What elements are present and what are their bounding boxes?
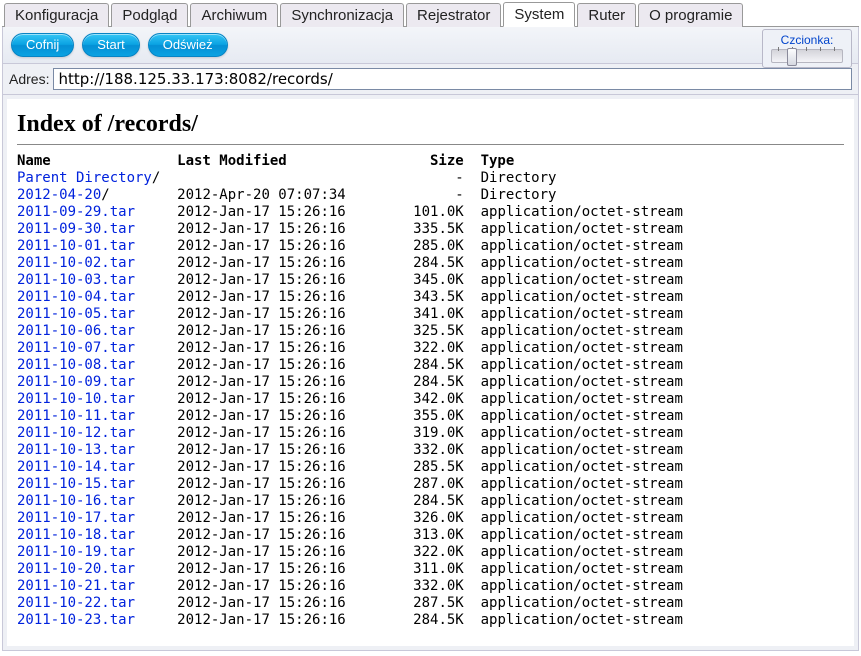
listing-link[interactable]: 2011-10-11.tar bbox=[17, 408, 135, 424]
directory-listing: Name Last Modified Size Type Parent Dire… bbox=[17, 153, 844, 629]
tab-podgląd[interactable]: Podgląd bbox=[111, 3, 188, 27]
tab-archiwum[interactable]: Archiwum bbox=[190, 3, 278, 27]
tab-bar: KonfiguracjaPodglądArchiwumSynchronizacj… bbox=[2, 2, 859, 27]
listing-link[interactable]: 2011-10-07.tar bbox=[17, 340, 135, 356]
listing-link[interactable]: 2011-10-03.tar bbox=[17, 272, 135, 288]
listing-link[interactable]: 2012-04-20 bbox=[17, 187, 101, 203]
listing-link[interactable]: 2011-10-14.tar bbox=[17, 459, 135, 475]
listing-link[interactable]: 2011-10-02.tar bbox=[17, 255, 135, 271]
address-label: Adres: bbox=[9, 71, 49, 87]
refresh-button[interactable]: Odśwież bbox=[148, 33, 228, 57]
tab-system[interactable]: System bbox=[503, 2, 575, 27]
listing-link[interactable]: 2011-10-01.tar bbox=[17, 238, 135, 254]
listing-link[interactable]: 2011-10-04.tar bbox=[17, 289, 135, 305]
start-button[interactable]: Start bbox=[82, 33, 139, 57]
slider-thumb[interactable] bbox=[787, 48, 797, 66]
listing-link[interactable]: 2011-10-20.tar bbox=[17, 561, 135, 577]
listing-link[interactable]: 2011-10-19.tar bbox=[17, 544, 135, 560]
listing-link[interactable]: 2011-10-16.tar bbox=[17, 493, 135, 509]
tab-konfiguracja[interactable]: Konfiguracja bbox=[4, 3, 109, 27]
viewer-wrap: Index of /records/ Name Last Modified Si… bbox=[2, 95, 859, 651]
listing-link[interactable]: 2011-10-15.tar bbox=[17, 476, 135, 492]
font-size-slider[interactable] bbox=[771, 49, 843, 63]
tab-synchronizacja[interactable]: Synchronizacja bbox=[280, 3, 404, 27]
toolbar: Cofnij Start Odśwież Czcionka: bbox=[2, 27, 859, 64]
font-size-legend: Czcionka: bbox=[779, 33, 836, 47]
listing-link[interactable]: 2011-09-29.tar bbox=[17, 204, 135, 220]
page-title: Index of /records/ bbox=[17, 111, 844, 138]
listing-link[interactable]: 2011-09-30.tar bbox=[17, 221, 135, 237]
address-input[interactable] bbox=[53, 68, 852, 90]
listing-link[interactable]: Parent Directory bbox=[17, 170, 152, 186]
listing-link[interactable]: 2011-10-18.tar bbox=[17, 527, 135, 543]
listing-link[interactable]: 2011-10-21.tar bbox=[17, 578, 135, 594]
address-row: Adres: bbox=[2, 64, 859, 95]
tab-o-programie[interactable]: O programie bbox=[638, 3, 743, 27]
listing-link[interactable]: 2011-10-13.tar bbox=[17, 442, 135, 458]
divider bbox=[17, 144, 844, 145]
listing-link[interactable]: 2011-10-05.tar bbox=[17, 306, 135, 322]
font-size-group: Czcionka: bbox=[762, 29, 852, 68]
back-button[interactable]: Cofnij bbox=[11, 33, 74, 57]
listing-link[interactable]: 2011-10-09.tar bbox=[17, 374, 135, 390]
tab-rejestrator[interactable]: Rejestrator bbox=[406, 3, 501, 27]
listing-link[interactable]: 2011-10-17.tar bbox=[17, 510, 135, 526]
listing-link[interactable]: 2011-10-22.tar bbox=[17, 595, 135, 611]
listing-link[interactable]: 2011-10-12.tar bbox=[17, 425, 135, 441]
listing-link[interactable]: 2011-10-06.tar bbox=[17, 323, 135, 339]
tab-ruter[interactable]: Ruter bbox=[577, 3, 636, 27]
viewer[interactable]: Index of /records/ Name Last Modified Si… bbox=[7, 99, 854, 646]
listing-link[interactable]: 2011-10-23.tar bbox=[17, 612, 135, 628]
listing-link[interactable]: 2011-10-10.tar bbox=[17, 391, 135, 407]
listing-link[interactable]: 2011-10-08.tar bbox=[17, 357, 135, 373]
